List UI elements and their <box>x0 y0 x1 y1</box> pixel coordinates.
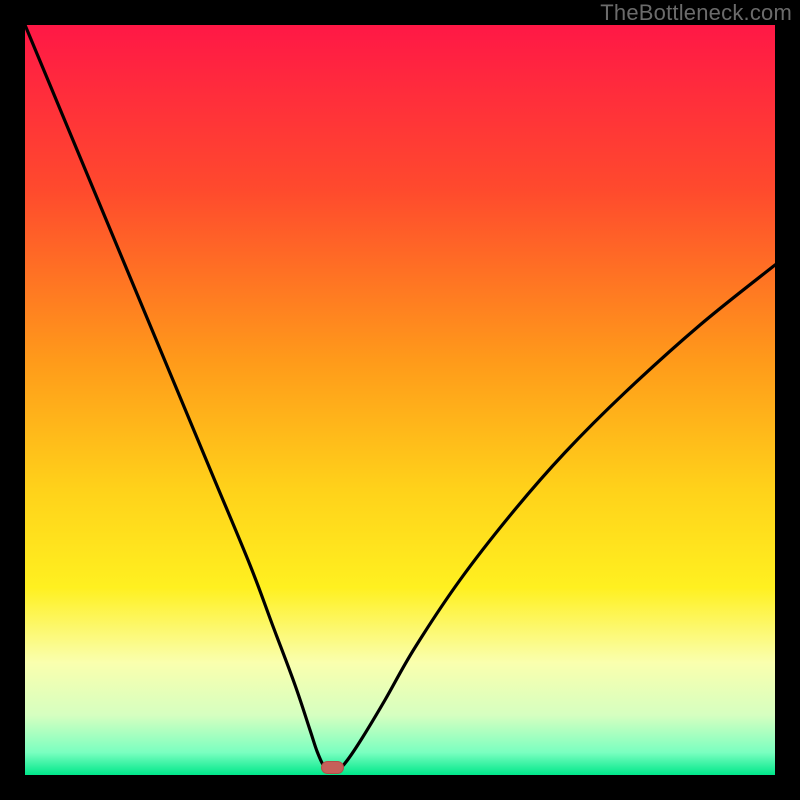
watermark-text: TheBottleneck.com <box>600 0 792 26</box>
minimum-marker <box>322 762 344 774</box>
chart-plot <box>25 25 775 775</box>
chart-frame: TheBottleneck.com <box>0 0 800 800</box>
chart-background <box>25 25 775 775</box>
